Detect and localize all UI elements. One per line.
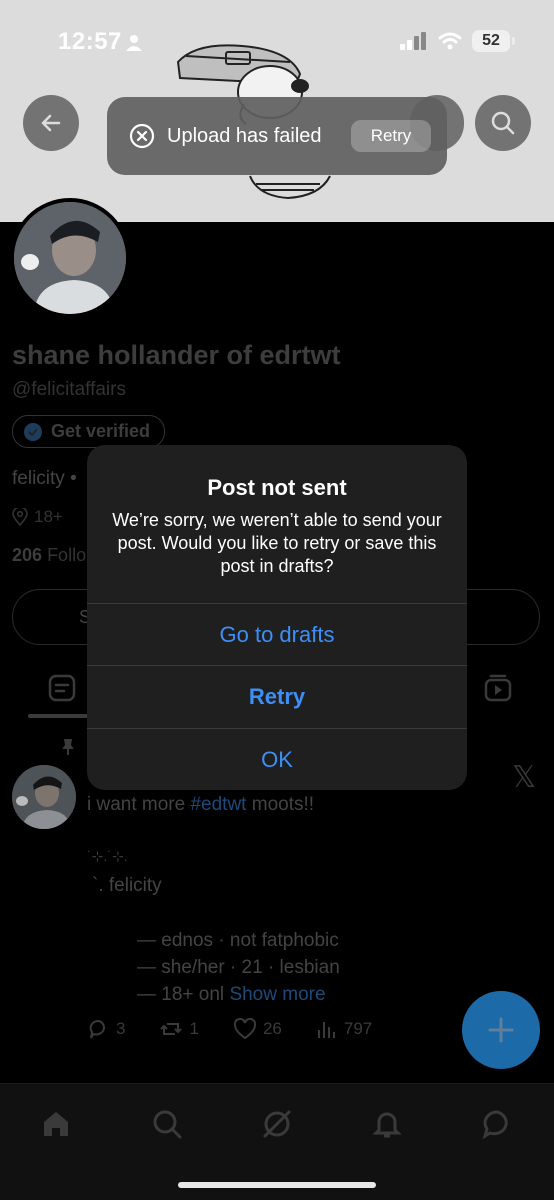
x-logo-icon: 𝕏: [512, 761, 537, 794]
reply-button[interactable]: 3: [88, 1018, 125, 1040]
status-time: 12:57: [58, 28, 122, 55]
views-button[interactable]: 797: [316, 1018, 372, 1040]
pin-icon: [62, 739, 74, 755]
like-icon: [233, 1018, 256, 1040]
search-icon: [153, 1110, 182, 1139]
repost-count: 1: [189, 1019, 199, 1038]
post-actions: 3 1 26 797: [88, 1018, 448, 1040]
profile-location: 18+: [12, 507, 63, 527]
profile-name: shane hollander of edrtwt: [12, 340, 341, 370]
nav-messages[interactable]: [477, 1104, 517, 1144]
search-button[interactable]: [475, 95, 531, 151]
home-icon: [44, 1112, 68, 1136]
like-button[interactable]: 26: [233, 1018, 282, 1040]
person-icon: [126, 35, 142, 51]
back-button[interactable]: [23, 95, 79, 151]
grok-icon: [263, 1110, 291, 1138]
search-icon: [491, 111, 515, 135]
nav-search[interactable]: [147, 1104, 187, 1144]
battery-indicator: 52: [472, 30, 515, 52]
dialog-ok-button[interactable]: OK: [87, 728, 467, 790]
post-line: — she/her · 21 · lesbian: [137, 957, 340, 978]
signal-icon: [400, 32, 426, 50]
compose-button[interactable]: [462, 991, 540, 1069]
post-text-prefix: i want more: [87, 794, 191, 815]
like-count: 26: [262, 1019, 282, 1038]
repost-button[interactable]: 1: [159, 1018, 199, 1040]
hashtag-link[interactable]: #edtwt: [190, 794, 246, 815]
following-label: Follo: [47, 545, 87, 565]
toast-message: Upload has failed: [167, 124, 322, 147]
error-circle-icon: [129, 123, 155, 149]
repost-icon: [160, 1023, 183, 1035]
show-more-link[interactable]: Show more: [229, 984, 325, 1005]
upload-failed-toast: Upload has failed Retry: [107, 97, 447, 175]
views-icon: [317, 1022, 335, 1038]
verified-badge-icon: [24, 422, 42, 441]
post-text-suffix: moots!!: [246, 794, 315, 815]
post-first-line: i want more #edtwt moots!!: [87, 794, 314, 816]
post-avatar[interactable]: [12, 765, 76, 829]
dialog-retry-button[interactable]: Retry: [87, 665, 467, 727]
toast-retry-button[interactable]: Retry: [351, 120, 431, 152]
profile-handle: @felicitaffairs: [12, 379, 126, 400]
get-verified-label: Get verified: [51, 421, 151, 441]
go-to-drafts-button[interactable]: Go to drafts: [87, 603, 467, 665]
wifi-icon: [438, 32, 462, 50]
follow-stats[interactable]: 206 Follo: [12, 545, 86, 566]
post-signature: `. felicity: [92, 875, 162, 896]
plus-icon: [488, 1017, 514, 1043]
nav-grok[interactable]: [257, 1104, 297, 1144]
posts-tab-icon[interactable]: [47, 673, 77, 703]
status-bar: 12:57 52: [0, 22, 554, 62]
dialog-title: Post not sent: [207, 475, 347, 500]
profile-bio: felicity •: [12, 468, 77, 489]
location-text: 18+: [34, 507, 63, 526]
nav-notifications[interactable]: [367, 1104, 407, 1144]
back-arrow-icon: [41, 114, 61, 132]
post-decoration: ˙⊹.˙⊹.: [87, 848, 128, 864]
following-count: 206: [12, 545, 43, 565]
dialog-message: We’re sorry, we weren’t able to send you…: [112, 510, 442, 576]
bell-icon: [372, 1112, 402, 1138]
video-tab-icon[interactable]: [483, 673, 513, 703]
get-verified-button[interactable]: Get verified: [12, 415, 166, 448]
reply-count: 3: [116, 1019, 126, 1038]
views-count: 797: [343, 1019, 373, 1038]
post-line: — ednos · not fatphobic: [137, 930, 339, 951]
home-indicator: [178, 1182, 376, 1188]
post-not-sent-dialog: Post not sent We’re sorry, we weren’t ab…: [87, 445, 467, 790]
nav-home[interactable]: [36, 1104, 76, 1144]
post-line-last: — 18+ onl Show more: [137, 984, 326, 1006]
post-line-text: — 18+ onl: [137, 984, 225, 1005]
location-pin-icon: [12, 508, 28, 526]
active-tab-indicator: [28, 714, 92, 718]
messages-icon: [482, 1110, 508, 1140]
reply-icon: [89, 1020, 105, 1039]
